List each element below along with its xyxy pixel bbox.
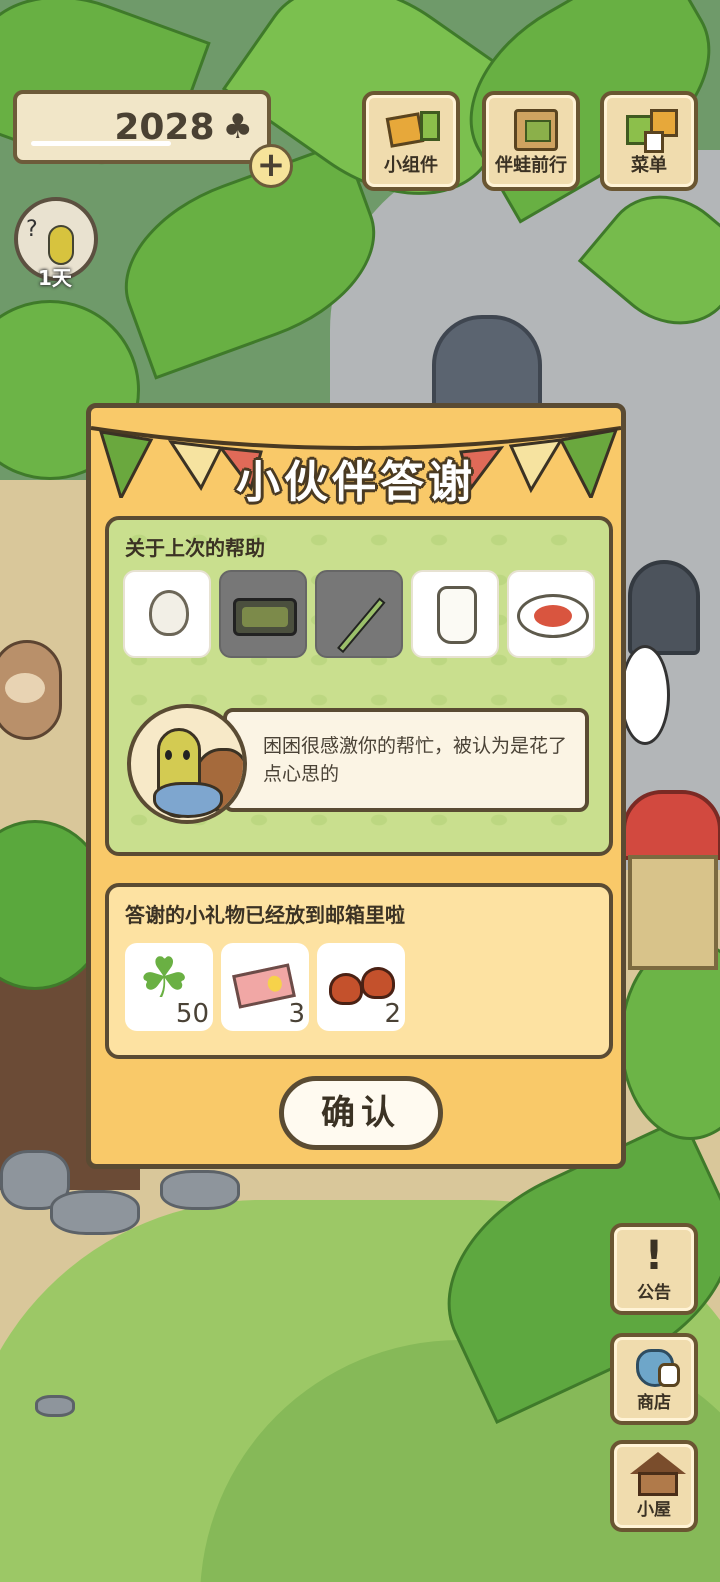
counter-underline (31, 141, 171, 146)
stone (35, 1395, 75, 1417)
item-garlic (123, 570, 211, 658)
house-window (628, 560, 700, 655)
gift-panel: 答谢的小礼物已经放到邮箱里啦 ☘ 50 3 2 (105, 883, 613, 1059)
add-clover-button[interactable]: + (249, 144, 293, 188)
friend-portrait (127, 704, 247, 824)
shop-button-label: 商店 (637, 1393, 671, 1413)
house-button[interactable]: 小屋 (610, 1440, 698, 1532)
stone (50, 1190, 140, 1235)
gift-quantity: 50 (175, 999, 209, 1029)
scarf-icon (153, 782, 223, 818)
delivered-items (123, 570, 595, 658)
question-icon: ? (26, 217, 38, 242)
clover-counter: 2028 ♣ (13, 90, 271, 164)
widget-button-label: 小组件 (384, 155, 438, 176)
stone (160, 1170, 240, 1210)
mailbox-post (628, 855, 718, 970)
speech-bubble-peek (620, 645, 670, 745)
gift-items: ☘ 50 3 2 (125, 943, 405, 1031)
announcement-button[interactable]: ! 公告 (610, 1223, 698, 1315)
chestnut-icon (329, 973, 363, 1005)
album-icon (506, 107, 564, 155)
friend-message: 困困很感激你的帮忙，被认为是花了点心思的 (127, 704, 597, 824)
item-bento (219, 570, 307, 658)
shop-button[interactable]: 商店 (610, 1333, 698, 1425)
menu-icon (624, 107, 682, 155)
gift-quantity: 3 (288, 999, 305, 1029)
gift-ticket: 3 (221, 943, 309, 1031)
album-button[interactable]: 伴蛙前行 (482, 91, 580, 191)
item-milk-jug (411, 570, 499, 658)
widget-icon (385, 107, 444, 155)
mailbox[interactable] (622, 790, 720, 860)
ticket-icon (232, 963, 296, 1009)
visitor-character[interactable] (0, 640, 62, 740)
thanks-dialog: 小伙伴答谢 关于上次的帮助 困困很感激你的帮忙，被认为是花了点心思的 答谢的小礼… (86, 403, 626, 1169)
message-text: 困困很感激你的帮忙，被认为是花了点心思的 (223, 708, 589, 812)
dialog-title: 小伙伴答谢 (236, 457, 476, 508)
item-salad-plate (507, 570, 595, 658)
chestnut-icon (361, 967, 395, 999)
visitor-face (5, 673, 45, 703)
gift-clover: ☘ 50 (125, 943, 213, 1031)
gift-heading: 答谢的小礼物已经放到邮箱里啦 (125, 903, 405, 927)
exclamation-icon: ! (644, 1233, 664, 1279)
help-heading: 关于上次的帮助 (125, 536, 265, 560)
gift-quantity: 2 (384, 999, 401, 1029)
day-counter: 1天 (38, 266, 72, 290)
clover-icon: ♣ (222, 107, 253, 147)
announcement-button-label: 公告 (637, 1283, 671, 1303)
confirm-button[interactable]: 确认 (279, 1076, 443, 1150)
menu-button-label: 菜单 (631, 155, 667, 176)
widget-button[interactable]: 小组件 (362, 91, 460, 191)
frog-icon (48, 225, 74, 265)
album-button-label: 伴蛙前行 (495, 155, 567, 176)
menu-button[interactable]: 菜单 (600, 91, 698, 191)
item-green-onion (315, 570, 403, 658)
house-button-label: 小屋 (637, 1500, 671, 1520)
gift-chestnut: 2 (317, 943, 405, 1031)
help-panel: 关于上次的帮助 困困很感激你的帮忙，被认为是花了点心思的 (105, 516, 613, 856)
